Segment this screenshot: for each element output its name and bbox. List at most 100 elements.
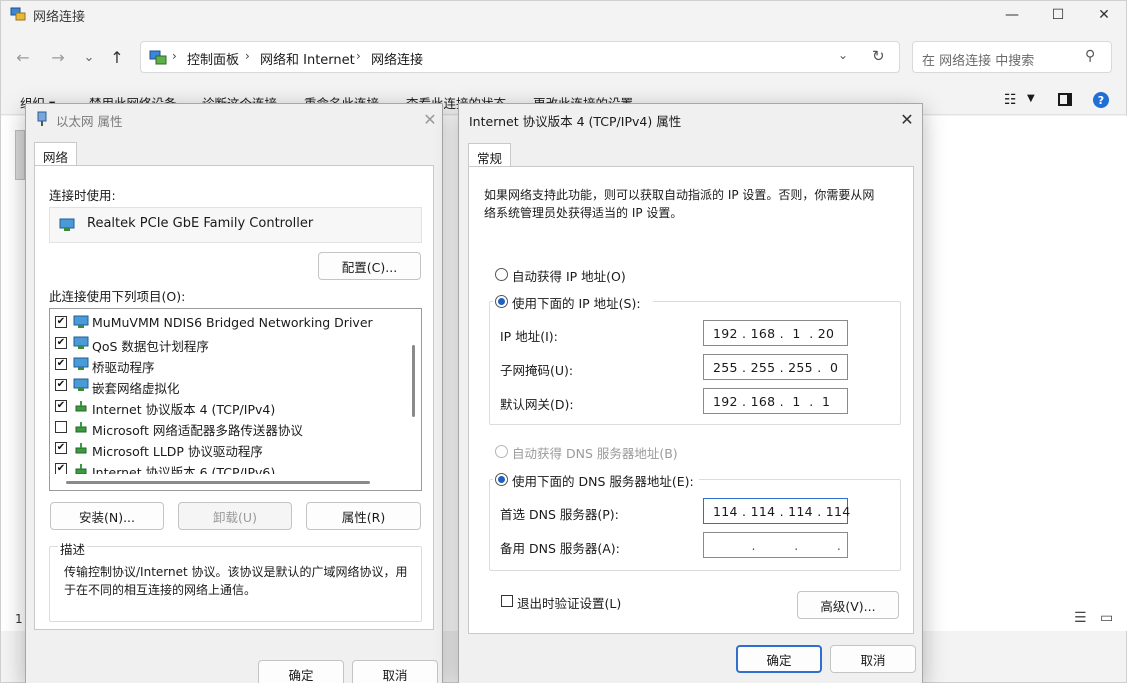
minimize-button[interactable]: — — [989, 1, 1035, 29]
list-item[interactable]: ✔ Internet 协议版本 6 (TCP/IPv6) — [50, 459, 395, 474]
preferred-dns-input[interactable]: 114 . 114 . 114 . 114 — [703, 498, 850, 524]
item-checkbox[interactable]: ✔ — [55, 400, 67, 412]
item-checkbox[interactable]: ✔ — [55, 463, 67, 474]
validate-on-exit-checkbox[interactable] — [501, 595, 513, 607]
ethernet-dialog-titlebar[interactable]: 以太网 属性 ✕ — [26, 104, 442, 134]
ethernet-icon — [37, 111, 47, 126]
advanced-button[interactable]: 高级(V)... — [797, 591, 899, 619]
address-bar[interactable]: › 控制面板 › 网络和 Internet › 网络连接 ⌄ ↻ — [140, 41, 900, 73]
item-checkbox[interactable]: ✔ — [55, 316, 67, 328]
horizontal-scrollbar-thumb[interactable] — [66, 481, 370, 484]
list-item[interactable]: ✔ 桥驱动程序 — [50, 354, 395, 375]
network-adapter-icon — [59, 218, 75, 231]
manual-ip-radio[interactable] — [495, 295, 508, 308]
item-count: 1 — [15, 612, 23, 626]
cancel-button[interactable]: 取消 — [352, 660, 438, 683]
recent-locations-icon[interactable]: ⌄ — [78, 46, 100, 68]
auto-ip-label[interactable]: 自动获得 IP 地址(O) — [512, 266, 626, 285]
adapter-name: Realtek PCIe GbE Family Controller — [87, 216, 314, 231]
close-button[interactable]: ✕ — [1081, 1, 1127, 29]
list-item[interactable]: ✔ 嵌套网络虚拟化 — [50, 375, 395, 396]
close-icon[interactable]: ✕ — [416, 106, 444, 132]
uninstall-button[interactable]: 卸载(U) — [178, 502, 292, 530]
view-dropdown-icon[interactable]: ▼ — [1027, 93, 1035, 104]
forward-arrow-icon[interactable]: → — [47, 46, 69, 68]
protocol-icon — [75, 401, 87, 412]
list-item[interactable]: Microsoft 网络适配器多路传送器协议 — [50, 417, 395, 438]
ipv4-dialog-titlebar[interactable]: Internet 协议版本 4 (TCP/IPv4) 属性 ✕ — [459, 104, 922, 134]
connection-item-icon[interactable] — [15, 130, 25, 180]
description-label: 描述 — [58, 539, 88, 558]
breadcrumb-separator-icon: › — [356, 49, 361, 63]
default-gateway-input[interactable]: 192 . 168 . 1 . 1 — [703, 388, 848, 414]
ipv4-properties-dialog: Internet 协议版本 4 (TCP/IPv4) 属性 ✕ 常规 如果网络支… — [458, 103, 923, 683]
item-label: QoS 数据包计划程序 — [92, 339, 209, 354]
item-label: Internet 协议版本 4 (TCP/IPv4) — [92, 402, 276, 417]
install-button[interactable]: 安装(N)... — [50, 502, 164, 530]
auto-dns-label[interactable]: 自动获得 DNS 服务器地址(B) — [512, 443, 678, 462]
back-arrow-icon[interactable]: ← — [12, 46, 34, 68]
control-panel-icon — [149, 50, 167, 65]
cancel-button[interactable]: 取消 — [830, 645, 916, 673]
description-text-line1: 传输控制协议/Internet 协议。该协议是默认的广域网络协议，用 — [64, 565, 408, 579]
search-input[interactable]: 在 网络连接 中搜索 — [922, 50, 1034, 69]
protocol-icon — [75, 464, 87, 474]
item-checkbox[interactable]: ✔ — [55, 442, 67, 454]
window-title: 网络连接 — [33, 10, 86, 25]
manual-ip-label[interactable]: 使用下面的 IP 地址(S): — [512, 293, 641, 312]
manual-dns-label[interactable]: 使用下面的 DNS 服务器地址(E): — [512, 471, 694, 490]
components-list[interactable]: ✔ MuMuVMM NDIS6 Bridged Networking Driver… — [49, 308, 422, 491]
subnet-mask-input[interactable]: 255 . 255 . 255 . 0 — [703, 354, 848, 380]
item-checkbox[interactable]: ✔ — [55, 358, 67, 370]
list-item[interactable]: ✔ MuMuVMM NDIS6 Bridged Networking Driver — [50, 312, 395, 333]
alternate-dns-label: 备用 DNS 服务器(A): — [500, 541, 620, 556]
maximize-button[interactable]: ☐ — [1035, 1, 1081, 29]
breadcrumb-network-internet[interactable]: 网络和 Internet — [260, 49, 355, 68]
configure-button[interactable]: 配置(C)... — [318, 252, 421, 280]
auto-ip-radio[interactable] — [495, 268, 508, 281]
default-gateway-label: 默认网关(D): — [500, 397, 574, 412]
help-icon[interactable]: ? — [1093, 92, 1109, 108]
ip-address-input[interactable]: 192 . 168 . 1 . 20 — [703, 320, 848, 346]
item-checkbox[interactable]: ✔ — [55, 337, 67, 349]
item-label: Microsoft LLDP 协议驱动程序 — [92, 444, 263, 459]
refresh-icon[interactable]: ↻ — [872, 47, 885, 65]
view-options-icon[interactable]: ☷ — [1004, 92, 1017, 108]
address-dropdown-icon[interactable]: ⌄ — [838, 48, 848, 62]
network-connections-icon — [10, 7, 26, 21]
ok-button[interactable]: 确定 — [736, 645, 822, 673]
item-label: 嵌套网络虚拟化 — [92, 381, 180, 396]
tab-network[interactable]: 网络 — [34, 142, 78, 166]
manual-dns-radio[interactable] — [495, 473, 508, 486]
search-icon[interactable]: ⚲ — [1085, 48, 1095, 64]
large-icons-view-icon[interactable]: ▭ — [1100, 610, 1113, 626]
validate-on-exit-label[interactable]: 退出时验证设置(L) — [517, 593, 621, 612]
details-view-icon[interactable]: ☰ — [1074, 610, 1087, 626]
ip-address-label: IP 地址(I): — [500, 329, 558, 344]
item-checkbox[interactable]: ✔ — [55, 379, 67, 391]
vertical-scrollbar-thumb[interactable] — [412, 345, 415, 417]
breadcrumb-separator-icon: › — [245, 49, 250, 63]
list-item[interactable]: ✔ QoS 数据包计划程序 — [50, 333, 395, 354]
list-item[interactable]: ✔ Internet 协议版本 4 (TCP/IPv4) — [50, 396, 395, 417]
search-box[interactable]: 在 网络连接 中搜索 ⚲ — [912, 41, 1112, 73]
list-item[interactable]: ✔ Microsoft LLDP 协议驱动程序 — [50, 438, 395, 459]
explorer-titlebar[interactable]: 网络连接 — ☐ ✕ — [1, 1, 1127, 29]
adapter-box: Realtek PCIe GbE Family Controller — [49, 207, 422, 243]
breadcrumb-control-panel[interactable]: 控制面板 — [187, 49, 239, 68]
alternate-dns-input[interactable]: . . . — [703, 532, 848, 558]
breadcrumb-network-connections[interactable]: 网络连接 — [371, 49, 423, 68]
network-adapter-icon — [73, 357, 89, 370]
close-icon[interactable]: ✕ — [893, 106, 921, 132]
preview-pane-icon[interactable] — [1058, 93, 1072, 106]
item-label: 桥驱动程序 — [92, 360, 155, 375]
up-arrow-icon[interactable]: ↑ — [106, 46, 128, 68]
properties-button[interactable]: 属性(R) — [306, 502, 421, 530]
ok-button[interactable]: 确定 — [258, 660, 344, 683]
tab-general[interactable]: 常规 — [468, 143, 512, 167]
item-checkbox[interactable] — [55, 421, 67, 433]
ipv4-dialog-title: Internet 协议版本 4 (TCP/IPv4) 属性 — [469, 114, 682, 129]
auto-dns-radio[interactable] — [495, 445, 508, 458]
ethernet-dialog-title: 以太网 属性 — [56, 114, 123, 129]
item-label: MuMuVMM NDIS6 Bridged Networking Driver — [92, 315, 373, 330]
